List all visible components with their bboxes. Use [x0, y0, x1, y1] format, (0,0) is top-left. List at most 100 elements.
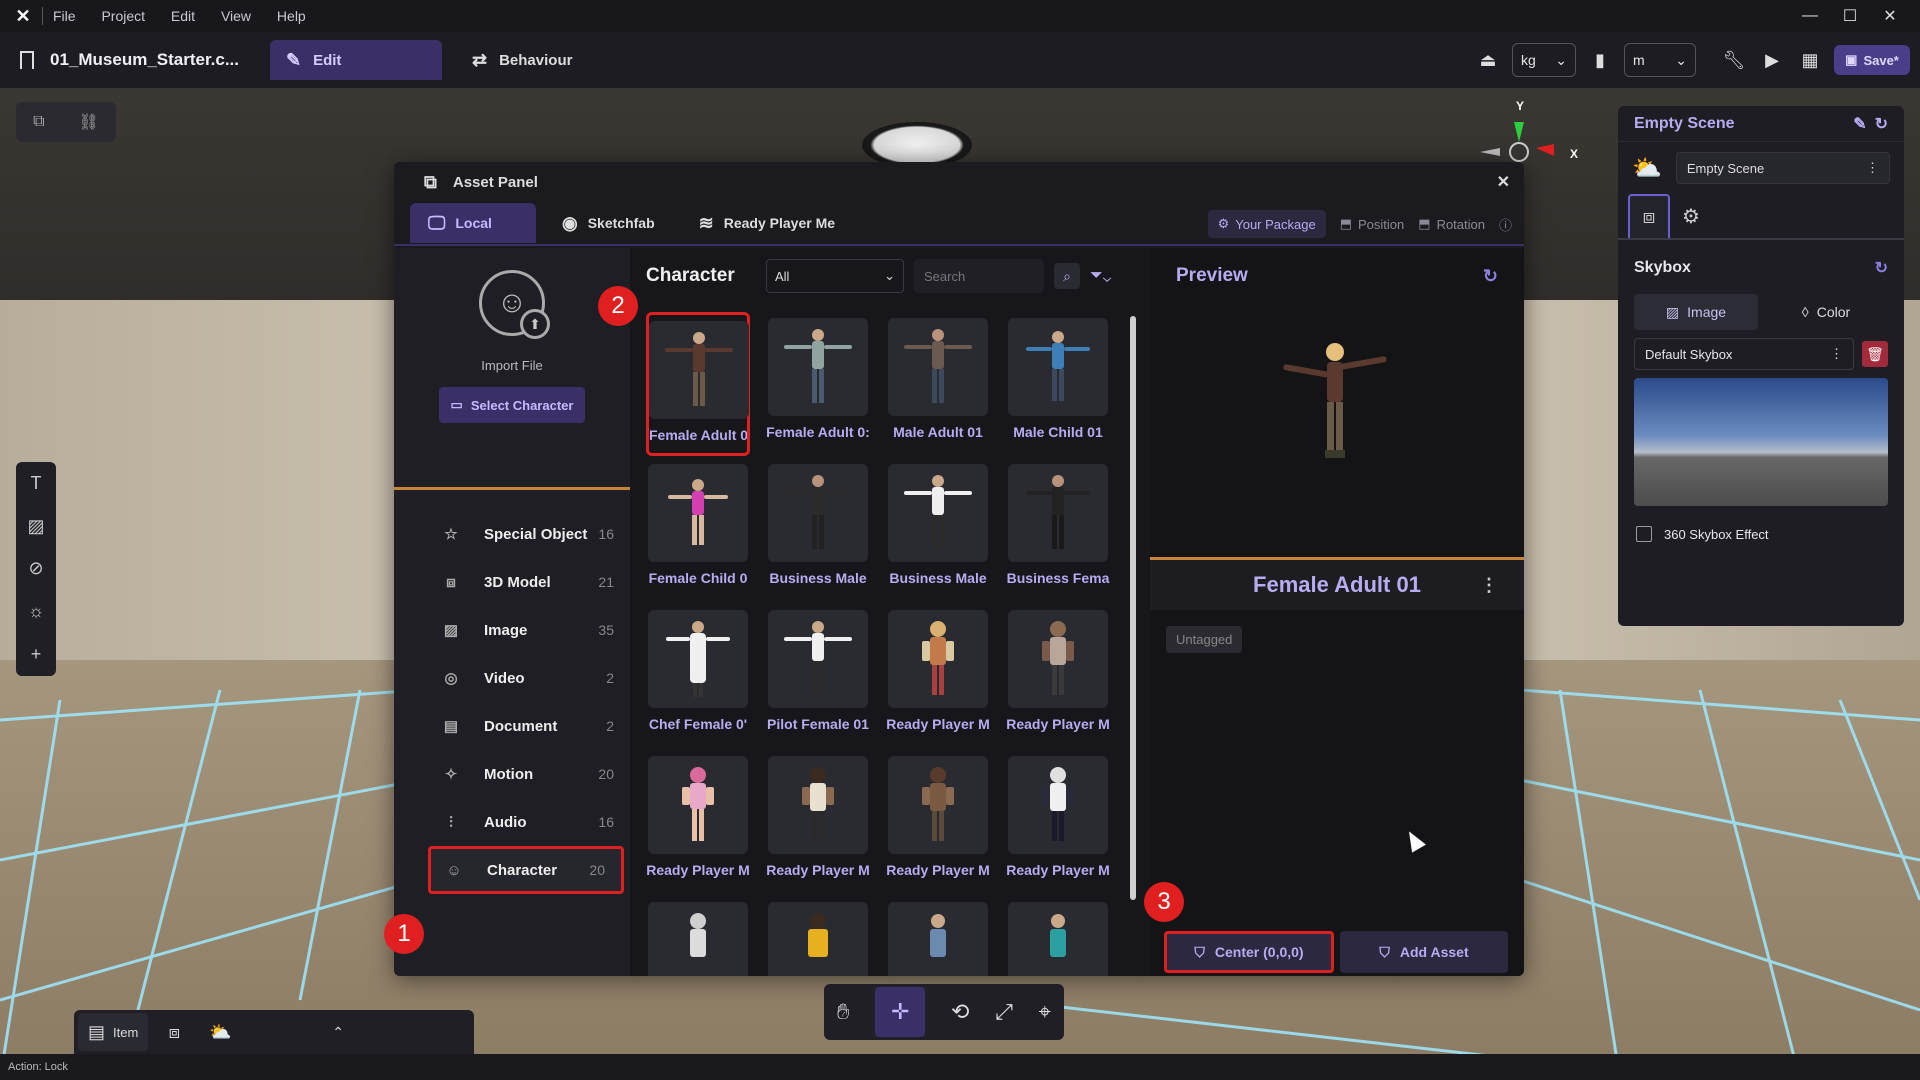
delete-skybox-button[interactable]: 🗑︎ [1862, 341, 1888, 367]
hand-icon[interactable]: ✋︎ [837, 999, 850, 1025]
copy-icon[interactable]: ⧉ [33, 113, 44, 131]
tab-edit[interactable]: ✎ Edit [270, 40, 442, 80]
length-unit-select[interactable]: m ⌄ [1624, 43, 1696, 77]
close-icon[interactable]: ✕ [1497, 172, 1510, 192]
asset-grid-scrollbar[interactable] [1130, 316, 1136, 900]
menu-view[interactable]: View [221, 8, 251, 24]
rename-icon[interactable]: ✎ [1853, 114, 1866, 134]
center-button[interactable]: ⛉ Center (0,0,0) [1164, 931, 1334, 973]
environment-icon[interactable]: ⛅ [200, 1013, 240, 1051]
refresh-icon[interactable]: ↻ [1875, 114, 1888, 134]
close-window-button[interactable]: ✕ [1870, 6, 1910, 26]
asset-card[interactable] [766, 902, 870, 976]
category-image[interactable]: ▨ Image 35 [394, 606, 630, 654]
asset-card[interactable]: Pilot Female 01 [766, 610, 870, 740]
your-package-button[interactable]: ⚙ Your Package [1207, 210, 1326, 238]
maximize-button[interactable]: ☐ [1830, 6, 1870, 26]
image-tool-icon[interactable]: ▨ [27, 516, 44, 537]
rotate-icon[interactable]: ⟲ [951, 999, 969, 1025]
asset-card[interactable]: Ready Player M [766, 756, 870, 886]
object-icon[interactable]: ⧈ [154, 1013, 194, 1051]
asset-card[interactable]: Female Adult 0: [766, 318, 870, 448]
asset-card[interactable] [646, 902, 750, 976]
menu-help[interactable]: Help [277, 8, 306, 24]
asset-card[interactable]: Ready Player M [886, 756, 990, 886]
move-icon[interactable]: ✛ [875, 987, 926, 1037]
asset-card[interactable]: Male Adult 01 [886, 318, 990, 448]
category-character[interactable]: ☺ Character 20 [428, 846, 624, 894]
text-tool-icon[interactable]: T [31, 473, 42, 494]
category-name: Video [484, 669, 525, 687]
skybox-color-button[interactable]: ◊ Color [1764, 294, 1888, 330]
scale-icon[interactable]: ⤢ [995, 999, 1013, 1025]
tab-ready-player-me[interactable]: ≋ Ready Player Me [681, 203, 853, 243]
search-input[interactable] [914, 259, 1044, 293]
info-icon[interactable]: ⓘ [1499, 215, 1512, 234]
add-asset-button[interactable]: ⛉ Add Asset [1340, 931, 1508, 973]
asset-card[interactable]: Business Male [886, 464, 990, 594]
skybox-select[interactable]: Default Skybox ⋮ [1634, 338, 1854, 370]
project-title: 01_Museum_Starter.c... [0, 50, 270, 70]
rotation-option[interactable]: ⬒ Rotation [1418, 216, 1485, 232]
tab-behaviour[interactable]: ⇄ Behaviour [456, 40, 588, 80]
filter-icon[interactable]: ⏷⌄ [1090, 267, 1111, 285]
asset-card[interactable]: Ready Player M [1006, 756, 1110, 886]
more-icon[interactable]: ⋮ [1866, 160, 1879, 176]
play-icon[interactable]: ▶ [1758, 46, 1786, 74]
search-icon[interactable]: ⌕ [1054, 263, 1080, 289]
tag-badge[interactable]: Untagged [1166, 626, 1243, 653]
tab-sketchfab[interactable]: ◉ Sketchfab [544, 203, 673, 243]
shape-tool-icon[interactable]: ⊘ [28, 558, 43, 579]
more-icon[interactable]: ⋮ [1830, 346, 1843, 362]
add-asset-icon: ⛉ [1379, 943, 1390, 960]
menu-edit[interactable]: Edit [171, 8, 195, 24]
pivot-icon[interactable]: ⌖ [1039, 999, 1051, 1025]
dock-item-button[interactable]: ▤ Item [78, 1013, 149, 1051]
asset-panel-title: Asset Panel [452, 173, 538, 191]
preview-stage[interactable] [1150, 304, 1524, 560]
more-icon[interactable]: ⋮ [1480, 575, 1498, 596]
character-figure-icon [784, 475, 852, 549]
asset-filter-select[interactable]: All ⌄ [766, 259, 904, 293]
asset-card[interactable]: Male Child 01 [1006, 318, 1110, 448]
chevron-up-icon[interactable]: ⌃ [332, 1024, 344, 1041]
save-button[interactable]: ▣ Save* [1834, 45, 1910, 75]
asset-card[interactable] [886, 902, 990, 976]
tab-scene[interactable]: ⧈ [1628, 194, 1670, 238]
minimize-button[interactable]: — [1790, 7, 1830, 25]
add-icon[interactable]: + [31, 644, 42, 665]
menu-file[interactable]: File [53, 8, 76, 24]
publish-icon[interactable]: ▦ [1796, 46, 1824, 74]
asset-card[interactable]: Business Male [766, 464, 870, 594]
category-special-object[interactable]: ☆ Special Object 16 [394, 510, 630, 558]
tab-local[interactable]: 🖵︎ Local [410, 203, 536, 243]
import-file-icon[interactable]: ☺ ⬆ [479, 270, 550, 339]
scene-select[interactable]: Empty Scene ⋮ [1675, 152, 1890, 184]
wrench-icon[interactable]: 🔧︎ [1720, 46, 1748, 74]
skybox-360-checkbox[interactable] [1636, 526, 1652, 542]
asset-card[interactable]: Ready Player M [646, 756, 750, 886]
asset-card[interactable]: Business Fema [1006, 464, 1110, 594]
category-3d-model[interactable]: ⧈ 3D Model 21 [394, 558, 630, 606]
asset-card[interactable]: Chef Female 0' [646, 610, 750, 740]
menu-project[interactable]: Project [101, 8, 145, 24]
link-icon[interactable]: ⛓ [79, 112, 99, 132]
asset-card[interactable]: Ready Player M [1006, 610, 1110, 740]
category-video[interactable]: ◎ Video 2 [394, 654, 630, 702]
reset-icon[interactable]: ↻ [1875, 258, 1888, 278]
asset-card[interactable]: Female Child 0 [646, 464, 750, 594]
tab-settings[interactable]: ⚙ [1670, 194, 1712, 238]
light-tool-icon[interactable]: ☼ [28, 601, 45, 622]
skybox-image-button[interactable]: ▨ Image [1634, 294, 1758, 330]
select-character-button[interactable]: ▭ Select Character [439, 387, 585, 423]
category-document[interactable]: ▤ Document 2 [394, 702, 630, 750]
category-audio[interactable]: ⫶ Audio 16 [394, 798, 630, 846]
asset-name: Ready Player M [1006, 862, 1110, 878]
refresh-icon[interactable]: ↻ [1483, 266, 1498, 287]
asset-card[interactable] [1006, 902, 1110, 976]
position-option[interactable]: ⬒ Position [1340, 216, 1405, 232]
category-motion[interactable]: ✧ Motion 20 [394, 750, 630, 798]
mass-unit-select[interactable]: kg ⌄ [1512, 43, 1576, 77]
asset-card[interactable]: Ready Player M [886, 610, 990, 740]
asset-card[interactable]: Female Adult 01 [646, 312, 750, 456]
